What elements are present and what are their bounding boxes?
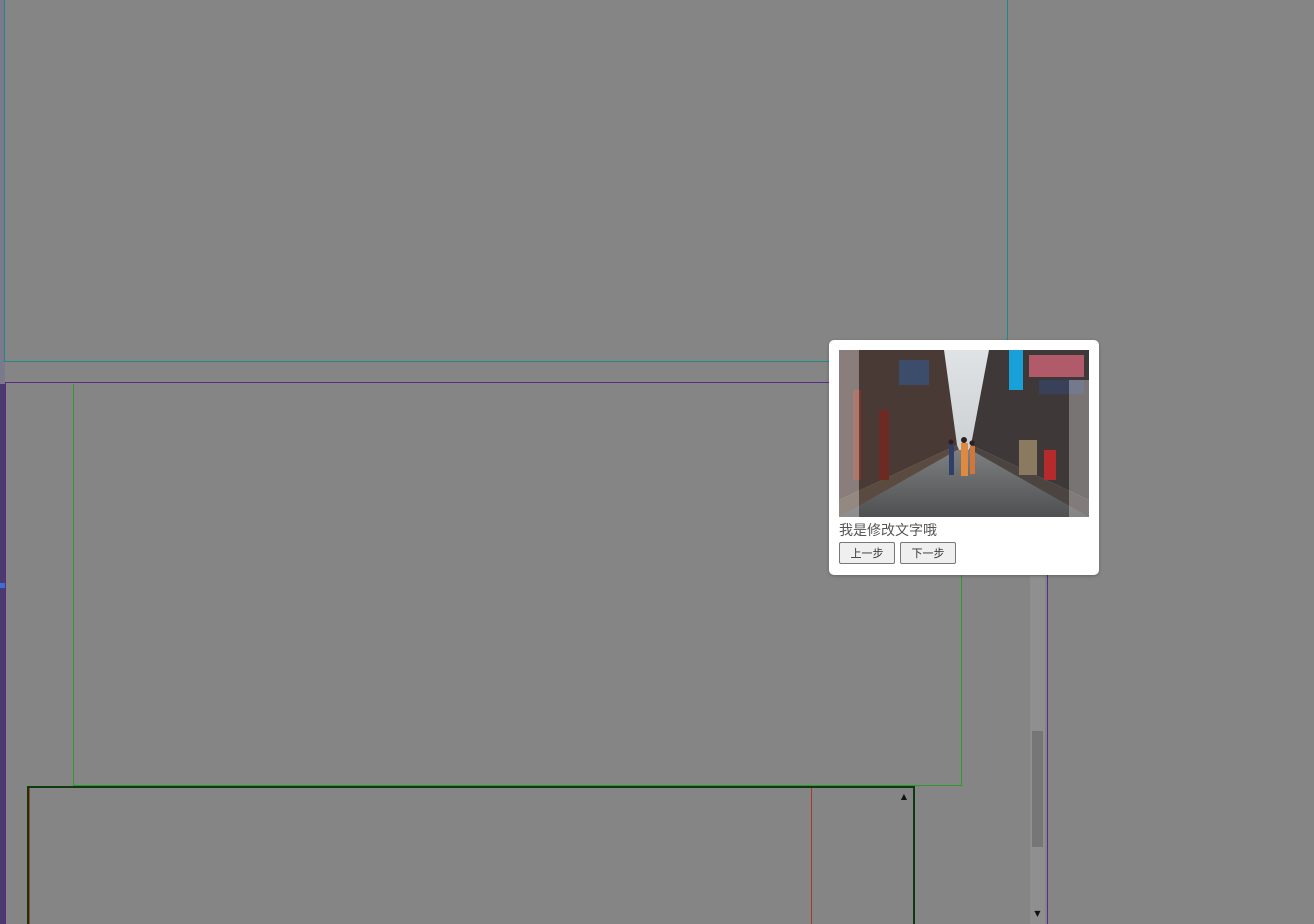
- bottom-panel-right-rule: [811, 788, 812, 924]
- scroll-up-icon[interactable]: ▲: [897, 790, 911, 804]
- street-photo: [839, 350, 1089, 517]
- side-scrollbar-thumb[interactable]: [1032, 731, 1043, 847]
- street-photo-image: [839, 350, 1089, 517]
- bottom-panel-left-rule: [29, 788, 30, 924]
- bottom-panel-outline: [27, 786, 915, 924]
- scroll-down-icon[interactable]: ▼: [1030, 905, 1045, 923]
- popup-button-group: 上一步 下一步: [839, 542, 956, 564]
- page-canvas: ▲ ▼ 我是修改文字哦 上一步 下一步: [0, 0, 1314, 924]
- top-region-outline: [4, 0, 1008, 362]
- next-step-button[interactable]: 下一步: [900, 542, 956, 564]
- guide-popup: 我是修改文字哦 上一步 下一步: [829, 340, 1099, 575]
- popup-caption: 我是修改文字哦: [839, 523, 937, 539]
- prev-step-button[interactable]: 上一步: [839, 542, 895, 564]
